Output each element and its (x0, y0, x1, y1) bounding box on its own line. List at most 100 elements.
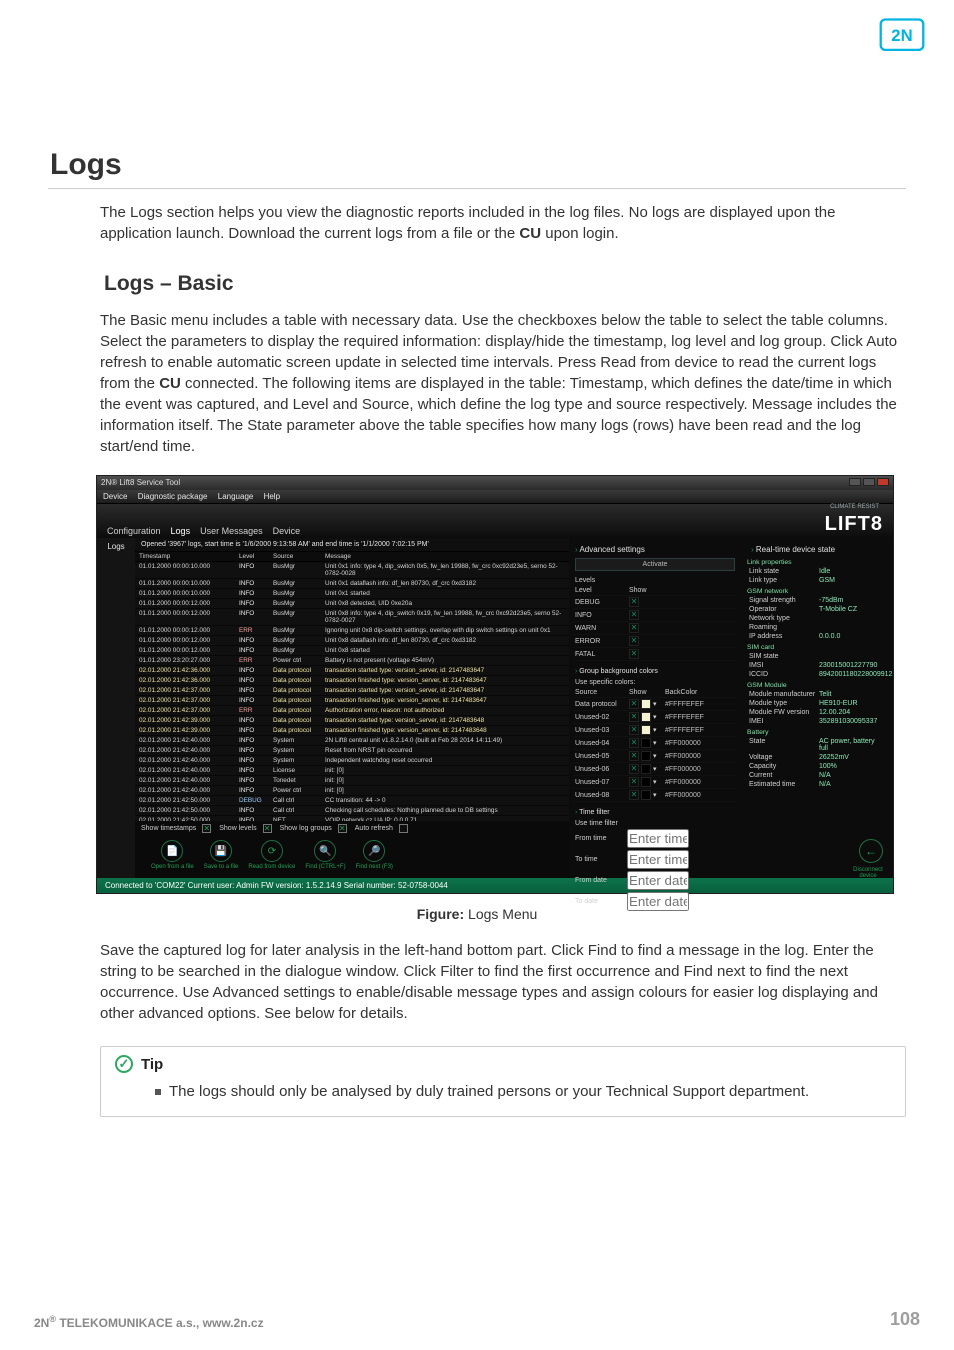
bg-check[interactable] (629, 725, 639, 735)
lift8-logo: LIFT8 (825, 513, 883, 536)
table-row[interactable]: 02.01.2000 21:42:40.000INFOSystemReset f… (135, 746, 569, 756)
property-row: IMEI352891030095337 (745, 717, 889, 726)
table-row[interactable]: 01.01.2000 00:00:10.000INFOBusMgrUnit 0x… (135, 562, 569, 579)
tab-configuration[interactable]: Configuration (107, 526, 161, 536)
table-row[interactable]: 02.01.2000 21:42:50.000DEBUGCall ctrlCC … (135, 796, 569, 806)
tip-check-icon: ✓ (115, 1055, 133, 1073)
bg-check[interactable] (629, 777, 639, 787)
tip-text: The logs should only be analysed by duly… (169, 1083, 809, 1100)
table-row[interactable]: 01.01.2000 00:00:12.000INFOBusMgrUnit 0x… (135, 599, 569, 609)
table-row[interactable]: 02.01.2000 21:42:40.000INFOSystem2N Lift… (135, 736, 569, 746)
page-title: Logs (48, 148, 906, 189)
property-row: StateAC power, battery full (745, 737, 889, 753)
close-icon[interactable] (877, 478, 889, 486)
bg-check[interactable] (629, 751, 639, 761)
action-button[interactable]: 🔍Find (CTRL+F) (305, 840, 345, 870)
level-check[interactable] (629, 623, 639, 633)
property-row: Voltage26252mV (745, 753, 889, 762)
action-button[interactable]: ⟳Read from device (248, 840, 295, 870)
time-filter-row: From time (575, 829, 735, 848)
level-row: WARN (573, 622, 737, 635)
table-row[interactable]: 02.01.2000 21:42:40.000INFOPower ctrlini… (135, 786, 569, 796)
col-timestamp[interactable]: Timestamp (139, 553, 239, 560)
col-source[interactable]: Source (273, 553, 325, 560)
time-filter-input[interactable] (627, 892, 689, 911)
bg-colors-table: Source Show BackColor Data protocol▾#FFF… (573, 688, 737, 802)
table-row[interactable]: 02.01.2000 21:42:39.000INFOData protocol… (135, 726, 569, 736)
table-row[interactable]: 02.01.2000 21:42:36.000INFOData protocol… (135, 676, 569, 686)
property-row: Network type (745, 614, 889, 623)
table-row[interactable]: 01.01.2000 00:00:10.000INFOBusMgrUnit 0x… (135, 579, 569, 589)
property-row: Link typeGSM (745, 576, 889, 585)
table-row[interactable]: 02.01.2000 21:42:37.000ERRData protocolA… (135, 706, 569, 716)
menu-diagnostic[interactable]: Diagnostic package (138, 492, 208, 501)
level-row: INFO (573, 609, 737, 622)
property-row: CurrentN/A (745, 771, 889, 780)
table-row[interactable]: 01.01.2000 00:00:12.000INFOBusMgrUnit 0x… (135, 609, 569, 626)
bg-row: Unused-08▾#FF000000 (573, 789, 737, 802)
maximize-icon[interactable] (863, 478, 875, 486)
action-button[interactable]: 📄Open from a file (151, 840, 194, 870)
group-bg-header: Group background colors (575, 668, 741, 675)
show-timestamps-label: Show timestamps (141, 825, 196, 832)
app-screenshot: 2N® Lift8 Service Tool Device Diagnostic… (96, 475, 906, 894)
level-check[interactable] (629, 610, 639, 620)
window-controls (849, 478, 889, 488)
bg-row: Unused-05▾#FF000000 (573, 750, 737, 763)
menu-help[interactable]: Help (264, 492, 280, 501)
action-button[interactable]: 🔎Find next (F3) (356, 840, 393, 870)
table-row[interactable]: 01.01.2000 00:00:10.000INFOBusMgrUnit 0x… (135, 589, 569, 599)
col-level[interactable]: Level (239, 553, 273, 560)
levels-table: Level Show DEBUGINFOWARNERRORFATAL (573, 586, 737, 661)
menu-device[interactable]: Device (103, 492, 127, 501)
action-buttons-row: 📄Open from a file 💾Save to a file ⟳Read fr… (135, 836, 569, 878)
bg-check[interactable] (629, 790, 639, 800)
tab-logs[interactable]: Logs (171, 526, 191, 536)
action-button[interactable]: 💾Save to a file (204, 840, 239, 870)
time-filter-row: From date (575, 871, 735, 890)
minimize-icon[interactable] (849, 478, 861, 486)
time-filter-row: To time (575, 850, 735, 869)
time-filter-input[interactable] (627, 829, 689, 848)
table-row[interactable]: 01.01.2000 00:00:12.000INFOBusMgrUnit 0x… (135, 636, 569, 646)
advanced-settings-header[interactable]: Advanced settings (575, 545, 741, 554)
menu-bar: Device Diagnostic package Language Help (97, 490, 893, 504)
bg-check[interactable] (629, 699, 639, 709)
level-check[interactable] (629, 636, 639, 646)
table-row[interactable]: 02.01.2000 21:42:50.000INFOCall ctrlChec… (135, 806, 569, 816)
time-filter-input[interactable] (627, 850, 689, 869)
tab-user-messages[interactable]: User Messages (200, 526, 263, 536)
table-row[interactable]: 02.01.2000 21:42:37.000INFOData protocol… (135, 686, 569, 696)
property-row: Capacity100% (745, 762, 889, 771)
table-row[interactable]: 02.01.2000 21:42:37.000INFOData protocol… (135, 696, 569, 706)
auto-refresh-check[interactable] (399, 824, 408, 833)
show-levels-check[interactable] (263, 824, 272, 833)
table-row[interactable]: 01.01.2000 00:00:12.000INFOBusMgrUnit 0x… (135, 646, 569, 656)
level-check[interactable] (629, 649, 639, 659)
left-nav-logs[interactable]: Logs (97, 538, 135, 878)
property-row: OperatorT-Mobile CZ (745, 605, 889, 614)
bg-check[interactable] (629, 712, 639, 722)
bg-check[interactable] (629, 738, 639, 748)
activate-button[interactable]: Activate (575, 558, 735, 571)
table-row[interactable]: 02.01.2000 21:42:40.000INFOSystemIndepen… (135, 756, 569, 766)
tab-device[interactable]: Device (273, 526, 301, 536)
menu-language[interactable]: Language (218, 492, 254, 501)
table-row[interactable]: 01.01.2000 23:20:27.000ERRPower ctrlBatt… (135, 656, 569, 666)
advanced-settings-panel: Advanced settings Activate Levels Level … (569, 538, 741, 878)
time-filter-input[interactable] (627, 871, 689, 890)
property-row: Roaming (745, 623, 889, 632)
level-check[interactable] (629, 597, 639, 607)
show-groups-check[interactable] (338, 824, 347, 833)
table-row[interactable]: 02.01.2000 21:42:40.000INFOLicenseinit: … (135, 766, 569, 776)
table-row[interactable]: 02.01.2000 21:42:40.000INFOTonedetinit: … (135, 776, 569, 786)
intro-text: The Logs section helps you view the diag… (100, 203, 906, 244)
table-row[interactable]: 02.01.2000 21:42:39.000INFOData protocol… (135, 716, 569, 726)
time-filter-row: Use time filter (575, 820, 735, 827)
col-message[interactable]: Message (325, 553, 565, 560)
show-timestamps-check[interactable] (202, 824, 211, 833)
bg-check[interactable] (629, 764, 639, 774)
table-row[interactable]: 02.01.2000 21:42:36.000INFOData protocol… (135, 666, 569, 676)
realtime-header[interactable]: Real-time device state (751, 545, 889, 554)
table-row[interactable]: 01.01.2000 00:00:12.000ERRBusMgrIgnoring… (135, 626, 569, 636)
